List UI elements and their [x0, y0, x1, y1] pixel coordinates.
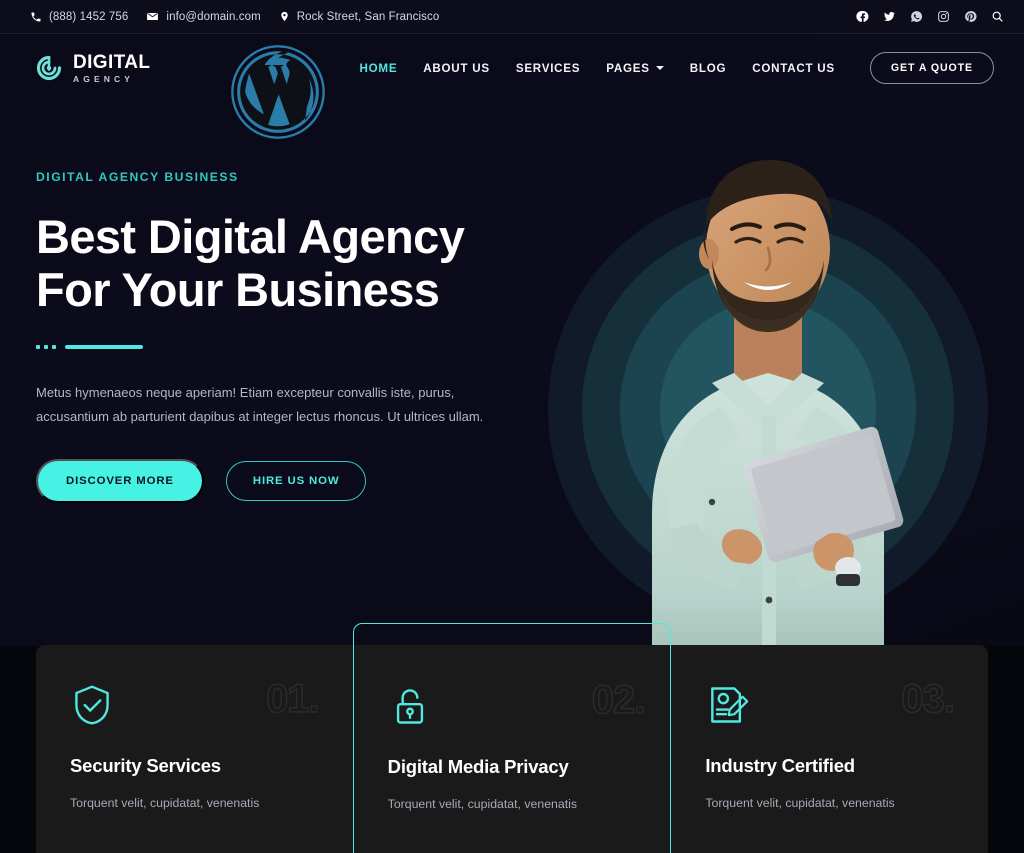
nav-item-label: PAGES — [606, 61, 650, 75]
address-contact[interactable]: Rock Street, San Francisco — [279, 10, 440, 23]
divider-dot — [52, 345, 56, 350]
chevron-down-icon — [655, 66, 664, 70]
phone-contact[interactable]: (888) 1452 756 — [30, 11, 128, 23]
page-root: (888) 1452 756 info@domain.com Rock Stre… — [0, 0, 1024, 853]
hero-content: DIGITAL AGENCY BUSINESS Best Digital Age… — [36, 170, 556, 504]
address-text: Rock Street, San Francisco — [296, 10, 440, 23]
feature-card-security-services[interactable]: 01. Security Services Torquent velit, cu… — [36, 645, 353, 853]
get-a-quote-button[interactable]: GET A QUOTE — [869, 52, 994, 84]
feature-card-number: 02. — [591, 677, 646, 722]
nav-item-about-us[interactable]: ABOUT US — [410, 62, 503, 75]
hero-eyebrow: DIGITAL AGENCY BUSINESS — [36, 170, 239, 184]
hero-title-line-1: Best Digital Agency — [36, 210, 465, 263]
hero-actions: DISCOVER MORE HIRE US NOW — [36, 459, 556, 504]
hero-title: Best Digital Agency For Your Business — [36, 210, 556, 316]
shield-check-icon — [70, 683, 114, 727]
divider-bar — [65, 345, 143, 350]
brand-tagline: AGENCY — [73, 73, 134, 84]
feature-card-description: Torquent velit, cupidatat, venenatis — [70, 796, 260, 810]
nav-item-blog[interactable]: BLOG — [677, 62, 740, 75]
hero-divider — [36, 345, 556, 350]
nav-item-label: CONTACT US — [752, 61, 835, 75]
phone-icon — [30, 11, 42, 23]
email-address: info@domain.com — [166, 10, 261, 23]
discover-more-button[interactable]: DISCOVER MORE — [36, 459, 204, 504]
nav-item-pages[interactable]: PAGES — [593, 62, 676, 75]
brand-name: DIGITAL — [73, 51, 151, 73]
envelope-icon — [146, 10, 159, 23]
nav-item-label: SERVICES — [515, 61, 581, 75]
pinterest-icon[interactable] — [964, 10, 977, 23]
nav-item-label: ABOUT US — [423, 61, 490, 75]
nav-item-services[interactable]: SERVICES — [503, 62, 593, 75]
certificate-pen-icon — [705, 683, 749, 727]
phone-number: (888) 1452 756 — [49, 10, 129, 23]
hero-title-line-2: For Your Business — [36, 263, 440, 317]
main-navigation: HOME ABOUT US SERVICES PAGES BLOG CONTAC… — [347, 52, 1024, 84]
map-pin-icon — [279, 10, 290, 23]
nav-item-label: BLOG — [689, 61, 727, 75]
feature-card-digital-media-privacy[interactable]: 02. Digital Media Privacy Torquent velit… — [352, 623, 672, 853]
nav-item-contact-us[interactable]: CONTACT US — [739, 62, 848, 75]
facebook-icon[interactable] — [856, 10, 869, 23]
top-contact-info: (888) 1452 756 info@domain.com Rock Stre… — [30, 10, 439, 23]
logo-wordmark: DIGITAL AGENCY — [73, 53, 150, 84]
site-header: DIGITAL AGENCY HOME ABOUT US SERVICES PA… — [0, 34, 1024, 102]
feature-card-number: 03. — [901, 676, 956, 721]
instagram-icon[interactable] — [937, 10, 950, 23]
hero-person-image — [652, 160, 904, 646]
divider-dot — [44, 345, 48, 350]
hero-description: Metus hymenaeos neque aperiam! Etiam exc… — [36, 385, 484, 425]
search-icon[interactable] — [991, 10, 1004, 23]
feature-card-title: Security Services — [70, 755, 221, 776]
site-logo[interactable]: DIGITAL AGENCY — [34, 53, 150, 84]
feature-card-title: Industry Certified — [705, 755, 855, 776]
feature-card-description: Torquent velit, cupidatat, venenatis — [705, 796, 895, 810]
feature-card-description: Torquent velit, cupidatat, venenatis — [387, 797, 578, 811]
feature-cards-panel: 01. Security Services Torquent velit, cu… — [36, 623, 988, 853]
nav-item-home[interactable]: HOME — [347, 62, 411, 75]
top-contact-bar: (888) 1452 756 info@domain.com Rock Stre… — [0, 0, 1024, 34]
nav-item-label: HOME — [359, 61, 398, 75]
padlock-icon — [388, 684, 432, 728]
social-links — [856, 10, 1004, 23]
logo-swirl-icon — [36, 55, 62, 81]
email-contact[interactable]: info@domain.com — [146, 10, 261, 23]
whatsapp-icon[interactable] — [910, 10, 923, 23]
divider-dot — [36, 345, 40, 350]
feature-card-title: Digital Media Privacy — [387, 756, 569, 777]
feature-card-industry-certified[interactable]: 03. Industry Certified Torquent velit, c… — [671, 645, 988, 853]
hire-us-now-button[interactable]: HIRE US NOW — [225, 461, 367, 502]
feature-card-number: 01. — [265, 676, 320, 721]
twitter-icon[interactable] — [883, 10, 896, 23]
